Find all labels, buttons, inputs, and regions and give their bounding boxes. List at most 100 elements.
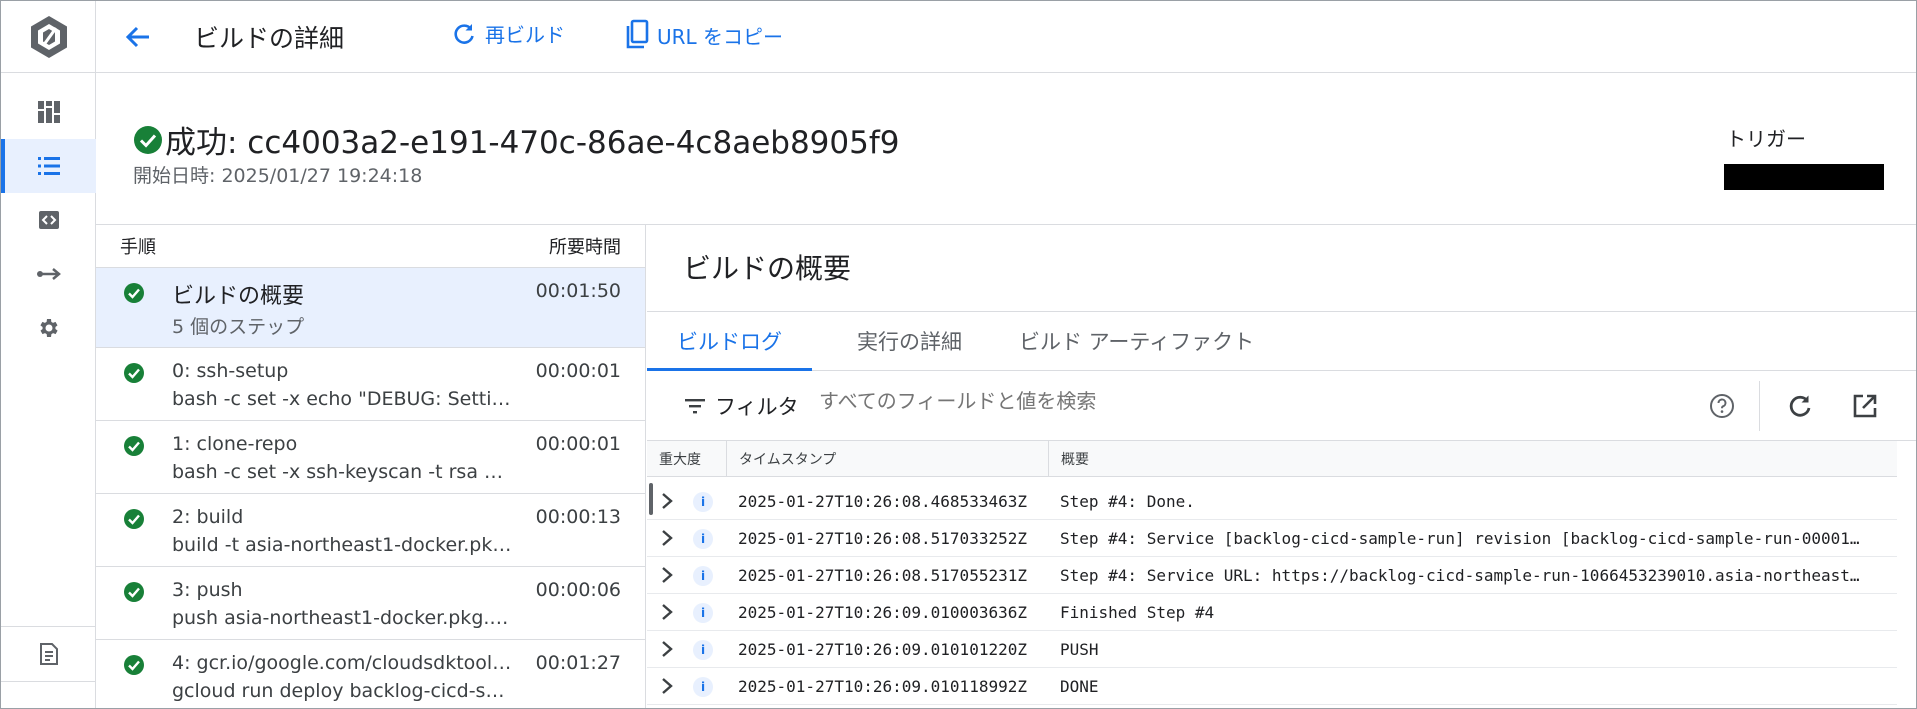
tab-execution-details[interactable]: 実行の詳細 <box>843 312 976 370</box>
filter-label: フィルタ <box>715 395 799 419</box>
copy-url-button[interactable]: URL をコピー <box>623 19 783 51</box>
step-duration: 00:00:13 <box>535 506 621 528</box>
severity-column-header[interactable]: 重大度 <box>647 441 727 477</box>
steps-header: 手順 所要時間 <box>96 225 645 268</box>
tab-bar: ビルドログ 実行の詳細 ビルド アーティファクト <box>647 311 1916 371</box>
log-timestamp: 2025-01-27T10:26:08.517033252Z <box>738 529 1027 548</box>
log-row[interactable]: i 2025-01-27T10:26:08.517055231Z Step #4… <box>647 557 1897 594</box>
step-name: 0: ssh-setup <box>172 360 289 382</box>
step-item[interactable]: 0: ssh-setup bash -c set -x echo "DEBUG:… <box>96 348 645 421</box>
build-id-title: 成功: cc4003a2-e191-470c-86ae-4c8aeb8905f9 <box>165 125 900 161</box>
chevron-right-icon[interactable] <box>657 601 677 623</box>
page-title: ビルドの詳細 <box>194 24 345 53</box>
success-check-icon <box>124 283 144 303</box>
step-name: 2: build <box>172 506 244 528</box>
step-duration: 00:01:50 <box>535 280 621 302</box>
log-timestamp: 2025-01-27T10:26:09.010003636Z <box>738 603 1027 622</box>
step-duration: 00:00:01 <box>535 360 621 382</box>
tab-build-artifacts[interactable]: ビルド アーティファクト <box>1005 312 1268 370</box>
chevron-right-icon[interactable] <box>657 527 677 549</box>
log-timestamp: 2025-01-27T10:26:09.010118992Z <box>738 677 1027 696</box>
rebuild-label: 再ビルド <box>485 23 565 47</box>
step-duration: 00:00:01 <box>535 433 621 455</box>
log-row[interactable]: i 2025-01-27T10:26:09.010118992Z DONE <box>647 668 1897 705</box>
rail-history[interactable] <box>1 139 96 193</box>
log-message: Finished Step #4 <box>1060 603 1215 622</box>
code-box-icon <box>38 211 59 229</box>
log-timestamp: 2025-01-27T10:26:09.010101220Z <box>738 640 1027 659</box>
summary-column-header[interactable]: 概要 <box>1049 441 1897 477</box>
cloud-build-logo[interactable] <box>1 1 96 73</box>
log-search-input[interactable] <box>819 389 1419 413</box>
tab-build-log[interactable]: ビルドログ <box>647 312 812 371</box>
steps-column-label: 手順 <box>120 237 156 258</box>
success-check-icon <box>124 363 144 383</box>
chevron-right-icon[interactable] <box>657 490 677 512</box>
log-filter-bar: フィルタ <box>647 371 1916 441</box>
left-rail <box>1 1 96 708</box>
step-name: 1: clone-repo <box>172 433 298 455</box>
step-duration: 00:01:27 <box>535 652 621 674</box>
steps-panel: 手順 所要時間 ビルドの概要 5 個のステップ 00:01:50 0: ssh-… <box>96 225 646 708</box>
toolbar-divider <box>1759 381 1760 431</box>
step-subtitle: bash -c set -x echo "DEBUG: Settin… <box>172 388 512 410</box>
step-item[interactable]: 4: gcr.io/google.com/cloudsdktool… gclou… <box>96 640 645 708</box>
rail-dashboard[interactable] <box>1 85 96 139</box>
chevron-right-icon[interactable] <box>657 675 677 697</box>
open-external-button[interactable] <box>1848 389 1882 423</box>
log-rows: i 2025-01-27T10:26:08.468533463Z Step #4… <box>647 483 1897 705</box>
step-duration: 00:00:06 <box>535 579 621 601</box>
step-name: 3: push <box>172 579 243 601</box>
log-table-header: 重大度 タイムスタンプ 概要 <box>647 441 1897 477</box>
step-item[interactable]: 1: clone-repo bash -c set -x ssh-keyscan… <box>96 421 645 494</box>
log-row[interactable]: i 2025-01-27T10:26:09.010101220Z PUSH <box>647 631 1897 668</box>
refresh-icon <box>454 23 474 44</box>
timestamp-column-header[interactable]: タイムスタンプ <box>727 441 1049 477</box>
filter-button[interactable]: フィルタ <box>683 391 799 421</box>
step-name: ビルドの概要 <box>172 284 305 309</box>
trigger-value-redacted[interactable] <box>1724 164 1884 190</box>
log-timestamp: 2025-01-27T10:26:08.517055231Z <box>738 566 1027 585</box>
arrow-connect-icon <box>36 268 61 280</box>
list-icon <box>37 157 60 175</box>
step-subtitle: gcloud run deploy backlog-cicd-sa… <box>172 680 512 702</box>
gear-icon <box>39 319 58 337</box>
success-check-icon <box>124 436 144 456</box>
log-row[interactable]: i 2025-01-27T10:26:08.517033252Z Step #4… <box>647 520 1897 557</box>
open-in-new-icon <box>1853 394 1877 418</box>
log-message: DONE <box>1060 677 1099 696</box>
info-severity-icon: i <box>693 677 713 697</box>
success-check-icon <box>124 509 144 529</box>
back-arrow-icon[interactable] <box>122 21 154 53</box>
refresh-logs-button[interactable] <box>1783 389 1817 423</box>
log-row[interactable]: i 2025-01-27T10:26:09.010003636Z Finishe… <box>647 594 1897 631</box>
rail-release-notes[interactable] <box>1 626 96 682</box>
rail-triggers[interactable] <box>1 193 96 247</box>
log-message: PUSH <box>1060 640 1099 659</box>
step-item[interactable]: 3: push push asia-northeast1-docker.pkg.… <box>96 567 645 640</box>
overview-title: ビルドの概要 <box>683 252 852 285</box>
copy-icon <box>626 19 649 49</box>
log-row[interactable]: i 2025-01-27T10:26:08.468533463Z Step #4… <box>647 483 1897 520</box>
step-subtitle: build -t asia-northeast1-docker.pkg… <box>172 534 512 556</box>
success-check-icon <box>134 125 162 154</box>
step-subtitle: 5 個のステップ <box>172 316 305 338</box>
step-subtitle: push asia-northeast1-docker.pkg.d… <box>172 607 512 629</box>
refresh-icon <box>1789 395 1811 417</box>
copy-url-label: URL をコピー <box>657 24 784 49</box>
chevron-right-icon[interactable] <box>657 564 677 586</box>
chevron-right-icon[interactable] <box>657 638 677 660</box>
info-severity-icon: i <box>693 566 713 586</box>
step-name: 4: gcr.io/google.com/cloudsdktool… <box>172 652 512 674</box>
rail-settings[interactable] <box>1 301 96 355</box>
log-timestamp: 2025-01-27T10:26:08.468533463Z <box>738 492 1027 511</box>
rail-repositories[interactable] <box>1 247 96 301</box>
page-header: ビルドの詳細 再ビルド URL をコピー <box>96 1 1916 73</box>
log-message: Step #4: Done. <box>1060 492 1195 511</box>
step-item[interactable]: 2: build build -t asia-northeast1-docker… <box>96 494 645 567</box>
step-summary[interactable]: ビルドの概要 5 個のステップ 00:01:50 <box>96 268 645 348</box>
help-button[interactable] <box>1705 389 1739 423</box>
status-title-row: 成功: cc4003a2-e191-470c-86ae-4c8aeb8905f9 <box>133 117 899 162</box>
info-severity-icon: i <box>693 492 713 512</box>
rebuild-button[interactable]: 再ビルド <box>451 19 565 48</box>
